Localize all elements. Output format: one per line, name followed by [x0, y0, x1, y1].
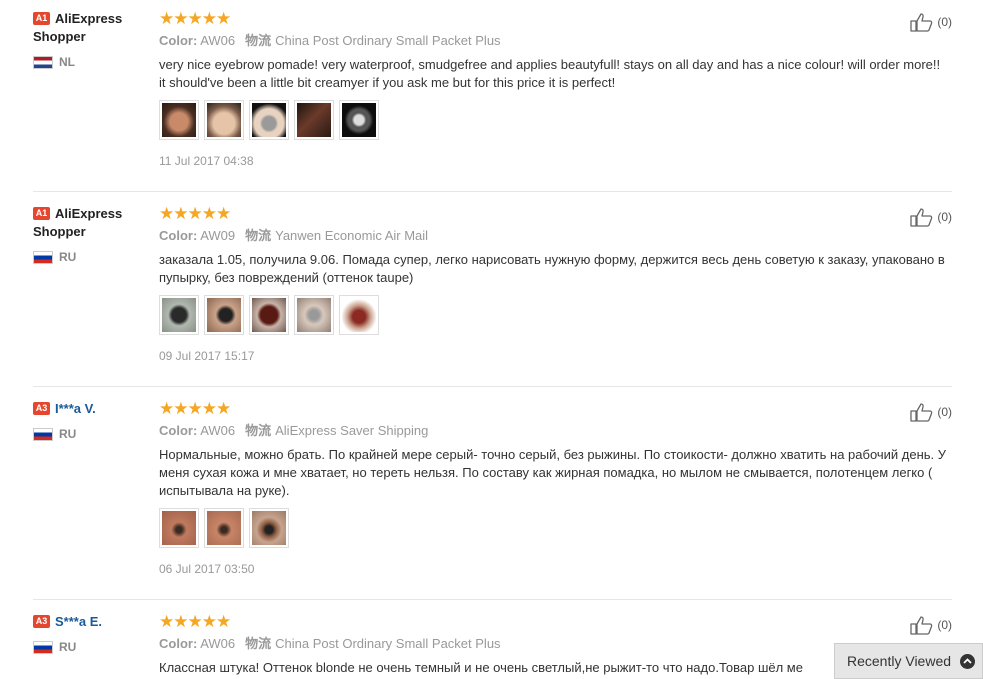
level-badge: A3 — [33, 402, 50, 416]
review-photos — [159, 100, 949, 140]
review-meta: Color: AW06 物流 AliExpress Saver Shipping — [159, 423, 949, 439]
review-text: Нормальные, можно брать. По крайней мере… — [159, 447, 947, 498]
shipping-label: 物流 — [245, 423, 272, 438]
review-text: very nice eyebrow pomade! very waterproo… — [159, 57, 941, 90]
country-code: RU — [59, 250, 77, 264]
country-code: RU — [59, 640, 77, 654]
helpful-count: (0) — [937, 618, 952, 632]
review-meta: Color: AW09 物流 Yanwen Economic Air Mail — [159, 228, 949, 244]
level-badge: A1 — [33, 207, 50, 221]
review-date: 11 Jul 2017 04:38 — [159, 154, 254, 168]
review-photos — [159, 508, 949, 548]
review-photo-thumbnail[interactable] — [204, 508, 244, 548]
review-photo-thumbnail[interactable] — [339, 295, 379, 335]
review-content: ★★★★★ Color: AW06 物流 China Post Ordinary S… — [159, 613, 949, 677]
reviewer-country: RU — [33, 640, 153, 654]
review-text: Классная штука! Оттенок blonde не очень … — [159, 660, 803, 675]
review-photo-thumbnail[interactable] — [249, 295, 289, 335]
review-item: A3 S***a E. RU ★★★★★ Color: AW06 物流 China P… — [33, 613, 952, 679]
reviewer-name-text[interactable]: I***a V. — [55, 401, 96, 416]
color-label: Color: — [159, 33, 198, 48]
reviewer-country: RU — [33, 250, 153, 264]
reviewer-info: A3 I***a V. RU — [33, 400, 153, 441]
reviewer-name-text[interactable]: S***a E. — [55, 614, 102, 629]
reviewer-info: A3 S***a E. RU — [33, 613, 153, 654]
helpful-count: (0) — [937, 15, 952, 29]
review-photo-thumbnail[interactable] — [204, 295, 244, 335]
reviewer-country: NL — [33, 55, 153, 69]
level-badge: A3 — [33, 615, 50, 629]
review-photo-thumbnail[interactable] — [159, 100, 199, 140]
color-value: AW06 — [200, 423, 236, 438]
review-photo-thumbnail[interactable] — [249, 508, 289, 548]
review-text: заказала 1.05, получила 9.06. Помада суп… — [159, 252, 945, 285]
review-item: A1 AliExpress Shopper NL ★★★★★ Color: AW0… — [33, 10, 952, 192]
recently-viewed-button[interactable]: Recently Viewed — [834, 643, 983, 679]
review-item: A3 I***a V. RU ★★★★★ Color: AW06 物流 AliExpr… — [33, 400, 952, 600]
reviewer-info: A1 AliExpress Shopper NL — [33, 10, 153, 69]
chevron-up-icon — [960, 653, 976, 669]
flag-ru-icon — [33, 640, 53, 654]
rating-stars: ★★★★★ — [159, 613, 231, 631]
shipping-value: China Post Ordinary Small Packet Plus — [275, 33, 501, 48]
helpful-button[interactable]: (0) — [910, 615, 952, 635]
color-value: AW09 — [200, 228, 236, 243]
review-photo-thumbnail[interactable] — [294, 100, 334, 140]
review-content: ★★★★★ Color: AW06 物流 China Post Ordinary S… — [159, 10, 949, 168]
helpful-button[interactable]: (0) — [910, 402, 952, 422]
helpful-count: (0) — [937, 405, 952, 419]
review-photo-thumbnail[interactable] — [339, 100, 379, 140]
thumbs-up-icon — [910, 13, 933, 32]
country-code: NL — [59, 55, 75, 69]
helpful-button[interactable]: (0) — [910, 12, 952, 32]
helpful-count: (0) — [937, 210, 952, 224]
thumbs-up-icon — [910, 208, 933, 227]
level-badge: A1 — [33, 12, 50, 26]
review-date: 06 Jul 2017 03:50 — [159, 562, 255, 576]
flag-nl-icon — [33, 55, 53, 69]
shipping-value: Yanwen Economic Air Mail — [275, 228, 429, 243]
review-meta: Color: AW06 物流 China Post Ordinary Small P… — [159, 33, 949, 49]
shipping-value: AliExpress Saver Shipping — [275, 423, 429, 438]
reviewer-name: A1 AliExpress Shopper — [33, 10, 153, 46]
review-photo-thumbnail[interactable] — [294, 295, 334, 335]
thumbs-up-icon — [910, 616, 933, 635]
rating-stars: ★★★★★ — [159, 9, 231, 28]
review-photo-thumbnail[interactable] — [159, 508, 199, 548]
reviewer-name[interactable]: A3 I***a V. — [33, 400, 153, 418]
flag-ru-icon — [33, 427, 53, 441]
rating-stars: ★★★★★ — [159, 399, 231, 418]
reviewer-name: A1 AliExpress Shopper — [33, 205, 153, 241]
country-code: RU — [59, 427, 77, 441]
color-value: AW06 — [200, 636, 236, 651]
color-label: Color: — [159, 423, 198, 438]
shipping-label: 物流 — [245, 228, 272, 243]
color-label: Color: — [159, 228, 198, 243]
review-photo-thumbnail[interactable] — [204, 100, 244, 140]
review-content: ★★★★★ Color: AW06 物流 AliExpress Saver Ship… — [159, 400, 949, 576]
flag-ru-icon — [33, 250, 53, 264]
shipping-label: 物流 — [245, 33, 272, 48]
review-meta: Color: AW06 物流 China Post Ordinary Small P… — [159, 636, 949, 652]
color-label: Color: — [159, 636, 198, 651]
review-date: 09 Jul 2017 15:17 — [159, 349, 255, 363]
color-value: AW06 — [200, 33, 236, 48]
rating-stars: ★★★★★ — [159, 204, 231, 223]
reviewer-info: A1 AliExpress Shopper RU — [33, 205, 153, 264]
review-photos — [159, 295, 949, 335]
reviewer-name[interactable]: A3 S***a E. — [33, 613, 153, 631]
review-content: ★★★★★ Color: AW09 物流 Yanwen Economic Air M… — [159, 205, 949, 363]
review-item: A1 AliExpress Shopper RU ★★★★★ Color: AW0… — [33, 205, 952, 387]
thumbs-up-icon — [910, 403, 933, 422]
recently-viewed-label: Recently Viewed — [847, 653, 952, 669]
shipping-value: China Post Ordinary Small Packet Plus — [275, 636, 501, 651]
review-photo-thumbnail[interactable] — [159, 295, 199, 335]
reviewer-country: RU — [33, 427, 153, 441]
shipping-label: 物流 — [245, 636, 272, 651]
helpful-button[interactable]: (0) — [910, 207, 952, 227]
review-photo-thumbnail[interactable] — [249, 100, 289, 140]
